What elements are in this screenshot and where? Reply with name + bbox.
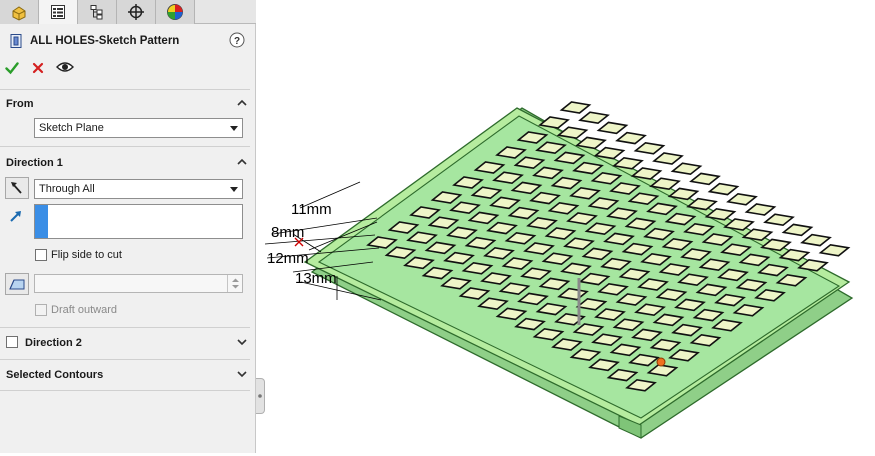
- hole-cutout: [633, 141, 666, 155]
- direction-reference-field[interactable]: [34, 204, 243, 239]
- from-label: From: [6, 98, 34, 110]
- flip-side-label: Flip side to cut: [51, 249, 122, 261]
- draft-angle-spinner[interactable]: [227, 275, 242, 292]
- end-condition-value: Through All: [39, 183, 95, 195]
- hole-cutout: [556, 126, 589, 140]
- hole-cutout: [593, 146, 626, 160]
- dimension-8mm: 8mm: [271, 224, 304, 241]
- chevron-down-icon[interactable]: [236, 336, 248, 348]
- dimension-13mm: 13mm: [295, 270, 337, 287]
- hole-cutout: [689, 172, 721, 186]
- dropdown-arrow-icon: [230, 126, 238, 131]
- hole-cutout: [559, 101, 592, 114]
- hole-cutout: [763, 213, 795, 227]
- configuration-manager-icon: [90, 5, 103, 20]
- flip-side-checkbox[interactable]: [35, 249, 47, 261]
- property-manager-icon: [51, 5, 65, 19]
- feature-header: ALL HOLES-Sketch Pattern ?: [0, 30, 256, 52]
- hole-cutout: [800, 233, 832, 247]
- hole-cutout: [578, 111, 610, 125]
- direction-vector-icon: [10, 211, 21, 222]
- direction2-label: Direction 2: [25, 337, 82, 349]
- graphics-area[interactable]: 11mm 8mm 12mm 13mm: [257, 0, 875, 453]
- feature-manager-tab[interactable]: [0, 0, 39, 24]
- draft-outward-label: Draft outward: [51, 304, 118, 316]
- help-icon[interactable]: ?: [229, 32, 245, 48]
- reverse-direction-icon: [11, 182, 22, 194]
- hole-cutout: [615, 131, 647, 145]
- draft-outward-checkbox[interactable]: [35, 304, 47, 316]
- end-condition-select[interactable]: Through All: [34, 179, 243, 199]
- configuration-manager-tab[interactable]: [78, 0, 117, 24]
- direction2-section-header[interactable]: Direction 2: [0, 333, 256, 353]
- selection-focus-bar: [35, 205, 48, 238]
- preview-eye-icon[interactable]: [56, 60, 74, 74]
- divider: [0, 390, 250, 391]
- dimension-12mm: 12mm: [267, 250, 309, 267]
- origin-point[interactable]: [656, 357, 666, 367]
- spinner-arrows-icon: [232, 278, 239, 289]
- hole-cutout: [707, 182, 740, 196]
- svg-text:?: ?: [234, 36, 240, 47]
- cancel-x-icon[interactable]: [32, 62, 44, 74]
- chevron-up-icon[interactable]: [236, 97, 248, 109]
- divider: [0, 146, 250, 147]
- hole-cutout: [670, 162, 703, 176]
- dimension-11mm: 11mm: [291, 201, 332, 218]
- selected-contours-label: Selected Contours: [6, 369, 104, 381]
- divider: [0, 327, 250, 328]
- ok-check-icon[interactable]: [5, 61, 19, 75]
- chevron-down-icon[interactable]: [236, 368, 248, 380]
- direction2-checkbox[interactable]: [6, 336, 18, 348]
- dropdown-arrow-icon: [230, 187, 238, 192]
- draft-icon: [9, 279, 25, 290]
- dimxpert-manager-tab[interactable]: [117, 0, 156, 24]
- hole-cutout: [744, 203, 777, 216]
- display-manager-tab[interactable]: [156, 0, 195, 24]
- property-manager-panel: ALL HOLES-Sketch Pattern ? From Sketch P…: [0, 0, 256, 453]
- hole-cutout: [538, 116, 570, 129]
- from-select[interactable]: Sketch Plane: [34, 118, 243, 138]
- hole-cutout: [781, 223, 814, 237]
- property-manager-tab[interactable]: [39, 0, 78, 24]
- hole-cutout: [726, 192, 758, 206]
- manager-tabs: [0, 0, 256, 24]
- feature-title: ALL HOLES-Sketch Pattern: [30, 35, 180, 47]
- model-view[interactable]: 11mm 8mm 12mm 13mm: [257, 0, 875, 453]
- divider: [0, 89, 250, 90]
- feature-manager-icon: [12, 6, 26, 21]
- cut-extrude-icon: [10, 34, 22, 48]
- reverse-direction-button[interactable]: [5, 177, 29, 199]
- appearance-icon: [167, 4, 183, 20]
- direction1-label: Direction 1: [6, 157, 63, 169]
- hole-cutout: [818, 243, 851, 257]
- hole-cutout: [652, 152, 684, 165]
- selected-contours-section-header[interactable]: Selected Contours: [0, 365, 256, 385]
- hole-cutout: [612, 156, 644, 170]
- from-select-value: Sketch Plane: [39, 122, 104, 134]
- direction1-section-header[interactable]: Direction 1: [0, 153, 256, 173]
- draft-angle-input[interactable]: [34, 274, 243, 293]
- hole-cutout: [596, 121, 629, 135]
- hole-cutout: [575, 136, 607, 150]
- from-section-header[interactable]: From: [0, 94, 256, 114]
- crosshair-icon: [128, 4, 144, 20]
- chevron-up-icon[interactable]: [236, 156, 248, 168]
- hole-cutout: [630, 167, 663, 180]
- tray-model[interactable]: [303, 101, 854, 439]
- draft-toggle-button[interactable]: [5, 273, 29, 295]
- divider: [0, 359, 250, 360]
